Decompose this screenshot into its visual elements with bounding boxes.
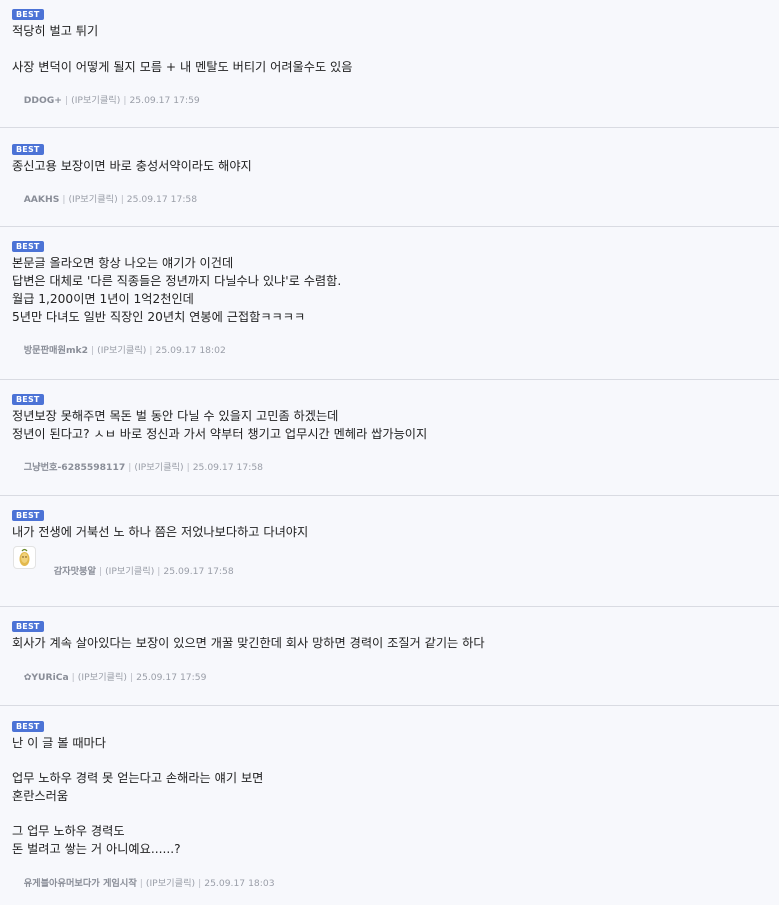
best-badge: BEST: [12, 510, 44, 521]
comment-text-line: 정년이 된다고? ㅅㅂ 바로 정신과 가서 약부터 챙기고 업무시간 멘헤라 쌉…: [12, 427, 428, 441]
comment-meta: 방문판매원mk2 | (IP보기클릭) | 25.09.17 18:02: [23, 345, 226, 356]
comment-text-line: 혼란스러움: [12, 789, 69, 803]
comment-meta: AAKHS | (IP보기클릭) | 25.09.17 17:58: [23, 194, 198, 205]
comment-date: 25.09.17 17:58: [192, 462, 264, 473]
comment-meta: DDOG+ | (IP보기클릭) | 25.09.17 17:59: [23, 95, 200, 106]
comment-author[interactable]: 방문판매원mk2: [24, 345, 88, 356]
comment-item: BEST 종신고용 보장이면 바로 충성서약이라도 해야지 AAKHS | (IP보…: [0, 128, 779, 227]
comment-date: 25.09.17 17:59: [136, 672, 207, 683]
comment-item: BEST 정년보장 못해주면 목돈 벌 동안 다닐 수 있을지 고민좀 하겠는데…: [0, 380, 779, 496]
ip-link[interactable]: (IP보기클릭): [71, 95, 120, 106]
comment-text-line: 종신고용 보장이면 바로 충성서약이라도 해야지: [12, 159, 252, 173]
comment-text-line: 답변은 대체로 '다른 직종들은 정년까지 다닐수나 있냐'로 수렴함.: [12, 274, 342, 288]
comment-item: BEST 적당히 벌고 튀기 사장 변덕이 어떻게 될지 모름 + 내 멘탈도 …: [0, 0, 779, 128]
comment-meta: ✿YURiCa | (IP보기클릭) | 25.09.17 17:59: [23, 672, 207, 683]
comment-text-line: 5년만 다녀도 일반 직장인 20년치 연봉에 근접함ㅋㅋㅋㅋ: [12, 310, 306, 324]
ip-link[interactable]: (IP보기클릭): [146, 878, 195, 889]
comment-item: BEST 본문글 올라오면 항상 나오는 얘기가 이건데 답변은 대체로 '다른…: [0, 227, 779, 380]
comment-item: BEST 내가 전생에 거북선 노 하나 쯤은 저었나보다하고 다녀야지 감자맛…: [0, 496, 779, 607]
comment-text-line: 본문글 올라오면 항상 나오는 얘기가 이건데: [12, 256, 234, 270]
comment-text-line: 내가 전생에 거북선 노 하나 쯤은 저었나보다하고 다녀야지: [12, 525, 309, 539]
comment-meta: 감자맛붕알 | (IP보기클릭) | 25.09.17 17:58: [53, 566, 234, 577]
comment-meta: 그냥번호-6285598117 | (IP보기클릭) | 25.09.17 17:58: [23, 462, 264, 473]
comment-text-line: 정년보장 못해주면 목돈 벌 동안 다닐 수 있을지 고민좀 하겠는데: [12, 409, 339, 423]
ip-link[interactable]: (IP보기클릭): [97, 345, 146, 356]
comment-author[interactable]: 유게블아유머보다가 게임시작: [24, 878, 137, 889]
best-badge: BEST: [12, 9, 44, 20]
comment-item: BEST 난 이 글 볼 때마다 업무 노하우 경력 못 얻는다고 손해라는 얘…: [0, 706, 779, 903]
comment-date: 25.09.17 17:58: [126, 194, 198, 205]
best-badge: BEST: [12, 721, 44, 732]
comment-text-line: 돈 벌려고 쌓는 거 아니예요......?: [12, 842, 181, 856]
comment-date: 25.09.17 18:03: [204, 878, 275, 889]
best-badge: BEST: [12, 394, 44, 405]
ip-link[interactable]: (IP보기클릭): [105, 566, 154, 577]
comment-text-line: 업무 노하우 경력 못 얻는다고 손해라는 얘기 보면: [12, 771, 264, 785]
comment-author[interactable]: AAKHS: [24, 194, 60, 205]
ip-link[interactable]: (IP보기클릭): [134, 462, 183, 473]
ip-link[interactable]: (IP보기클릭): [68, 194, 117, 205]
comment-author[interactable]: DDOG+: [24, 95, 62, 106]
best-badge: BEST: [12, 144, 44, 155]
best-badge: BEST: [12, 621, 44, 632]
comment-text-line: 월급 1,200이면 1년이 1억2천인데: [12, 292, 194, 306]
comment-date: 25.09.17 18:02: [155, 345, 226, 356]
comment-date: 25.09.17 17:58: [163, 566, 234, 577]
comment-text-line: 난 이 글 볼 때마다: [12, 736, 106, 750]
comment-meta: 유게블아유머보다가 게임시작 | (IP보기클릭) | 25.09.17 18:03: [23, 878, 275, 889]
comment-date: 25.09.17 17:59: [129, 95, 200, 106]
comment-author[interactable]: 감자맛붕알: [54, 566, 96, 577]
ip-link[interactable]: (IP보기클릭): [78, 672, 127, 683]
comment-item: BEST 회사가 계속 살아있다는 보장이 있으면 개꿀 맞긴한데 회사 망하면…: [0, 607, 779, 706]
comment-author[interactable]: 그냥번호-6285598117: [24, 462, 126, 473]
comment-text-line: 회사가 계속 살아있다는 보장이 있으면 개꿀 맞긴한데 회사 망하면 경력이 …: [12, 636, 485, 650]
comment-text-line: 적당히 벌고 튀기: [12, 24, 99, 38]
comment-author[interactable]: ✿YURiCa: [24, 672, 69, 683]
potato-icon: [19, 548, 30, 566]
user-avatar[interactable]: [13, 546, 36, 569]
comment-text-line: 그 업무 노하우 경력도: [12, 824, 125, 838]
best-badge: BEST: [12, 241, 44, 252]
comment-text-line: 사장 변덕이 어떻게 될지 모름 + 내 멘탈도 버티기 어려울수도 있음: [12, 60, 353, 74]
